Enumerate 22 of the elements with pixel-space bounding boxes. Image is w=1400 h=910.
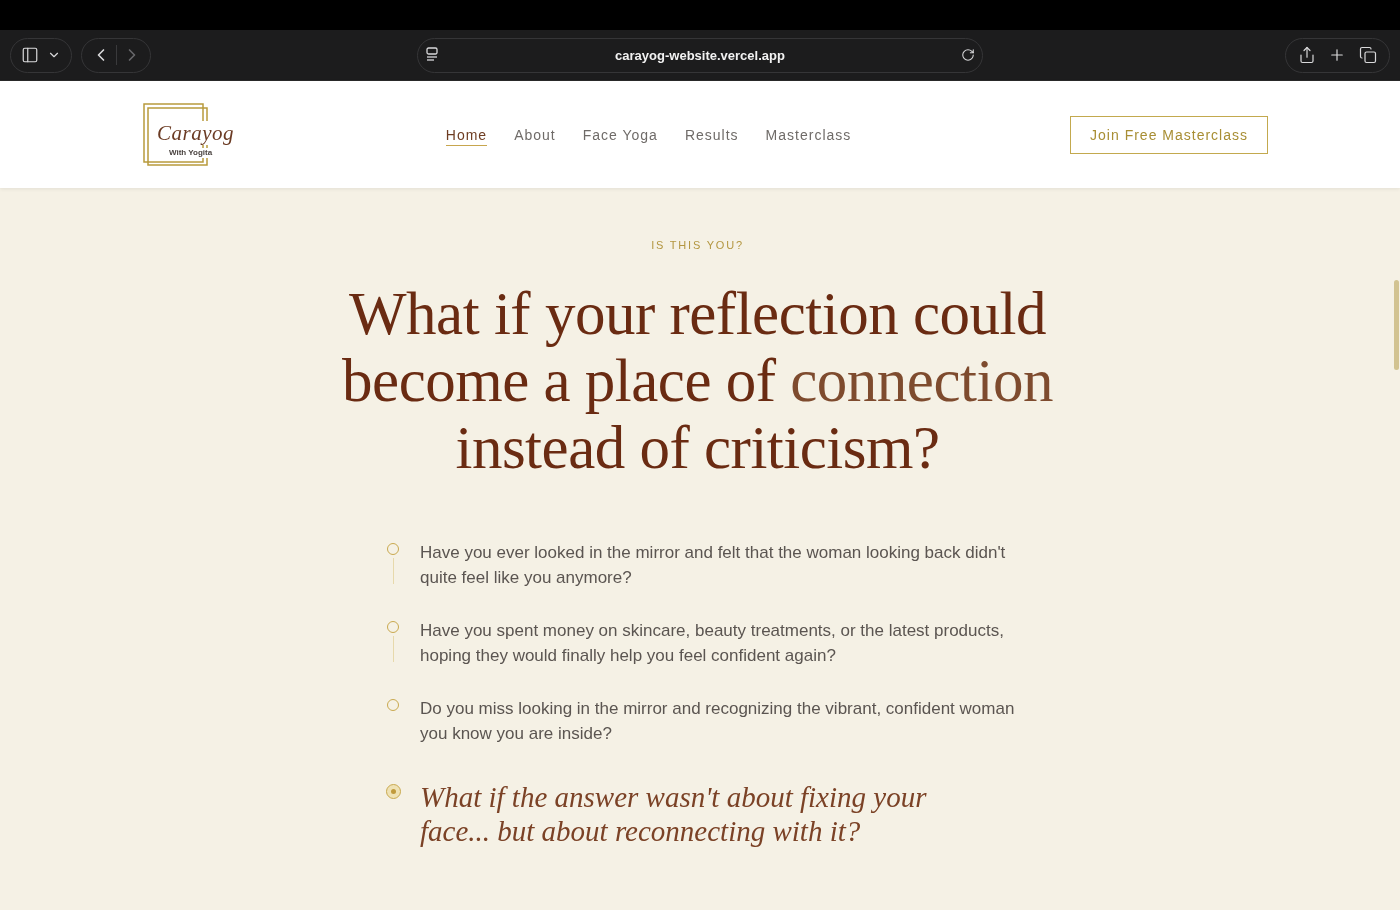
reload-icon[interactable] (961, 48, 975, 62)
logo-wordmark[interactable]: Carayog (156, 121, 235, 145)
nav-link[interactable]: Face Yoga (582, 126, 658, 146)
share-icon[interactable] (1298, 46, 1317, 64)
tabs-overview-icon[interactable] (1358, 46, 1377, 64)
nav-link[interactable]: About (514, 126, 556, 146)
section-eyebrow: IS THIS YOU? (651, 238, 744, 252)
nav-link[interactable]: Results (684, 126, 739, 146)
sidebar-icon[interactable] (21, 46, 39, 64)
closing-question-text: What if the answer wasn't about fixing your face... but about reconnecting with it? (420, 780, 928, 848)
dot-ring-icon (385, 784, 401, 799)
question-text: Have you spent money on skincare, beauty treatments, or the latest products, hoping they would finally help you feel confident again? (420, 620, 1005, 667)
url-text: carayog-website.vercel.app (615, 47, 785, 63)
logo-tagline: With Yogita (167, 148, 215, 158)
nav-link[interactable]: Masterclass (765, 126, 852, 146)
question-text: Have you ever looked in the mirror and felt that the woman looking back didn't quite feel like you anymore? (420, 542, 1007, 589)
section-heading: What if your reflection could become a place of connection instead of criticism? (341, 280, 1054, 481)
nav-link[interactable]: Home (445, 126, 488, 146)
join-masterclass-button[interactable]: Join Free Masterclass (1070, 115, 1268, 154)
question-text: Do you miss looking in the mirror and recognizing the vibrant, confident woman you know you are inside? (420, 698, 1016, 745)
page-menu-icon[interactable] (425, 47, 439, 63)
scrollbar-thumb[interactable] (1394, 280, 1399, 370)
